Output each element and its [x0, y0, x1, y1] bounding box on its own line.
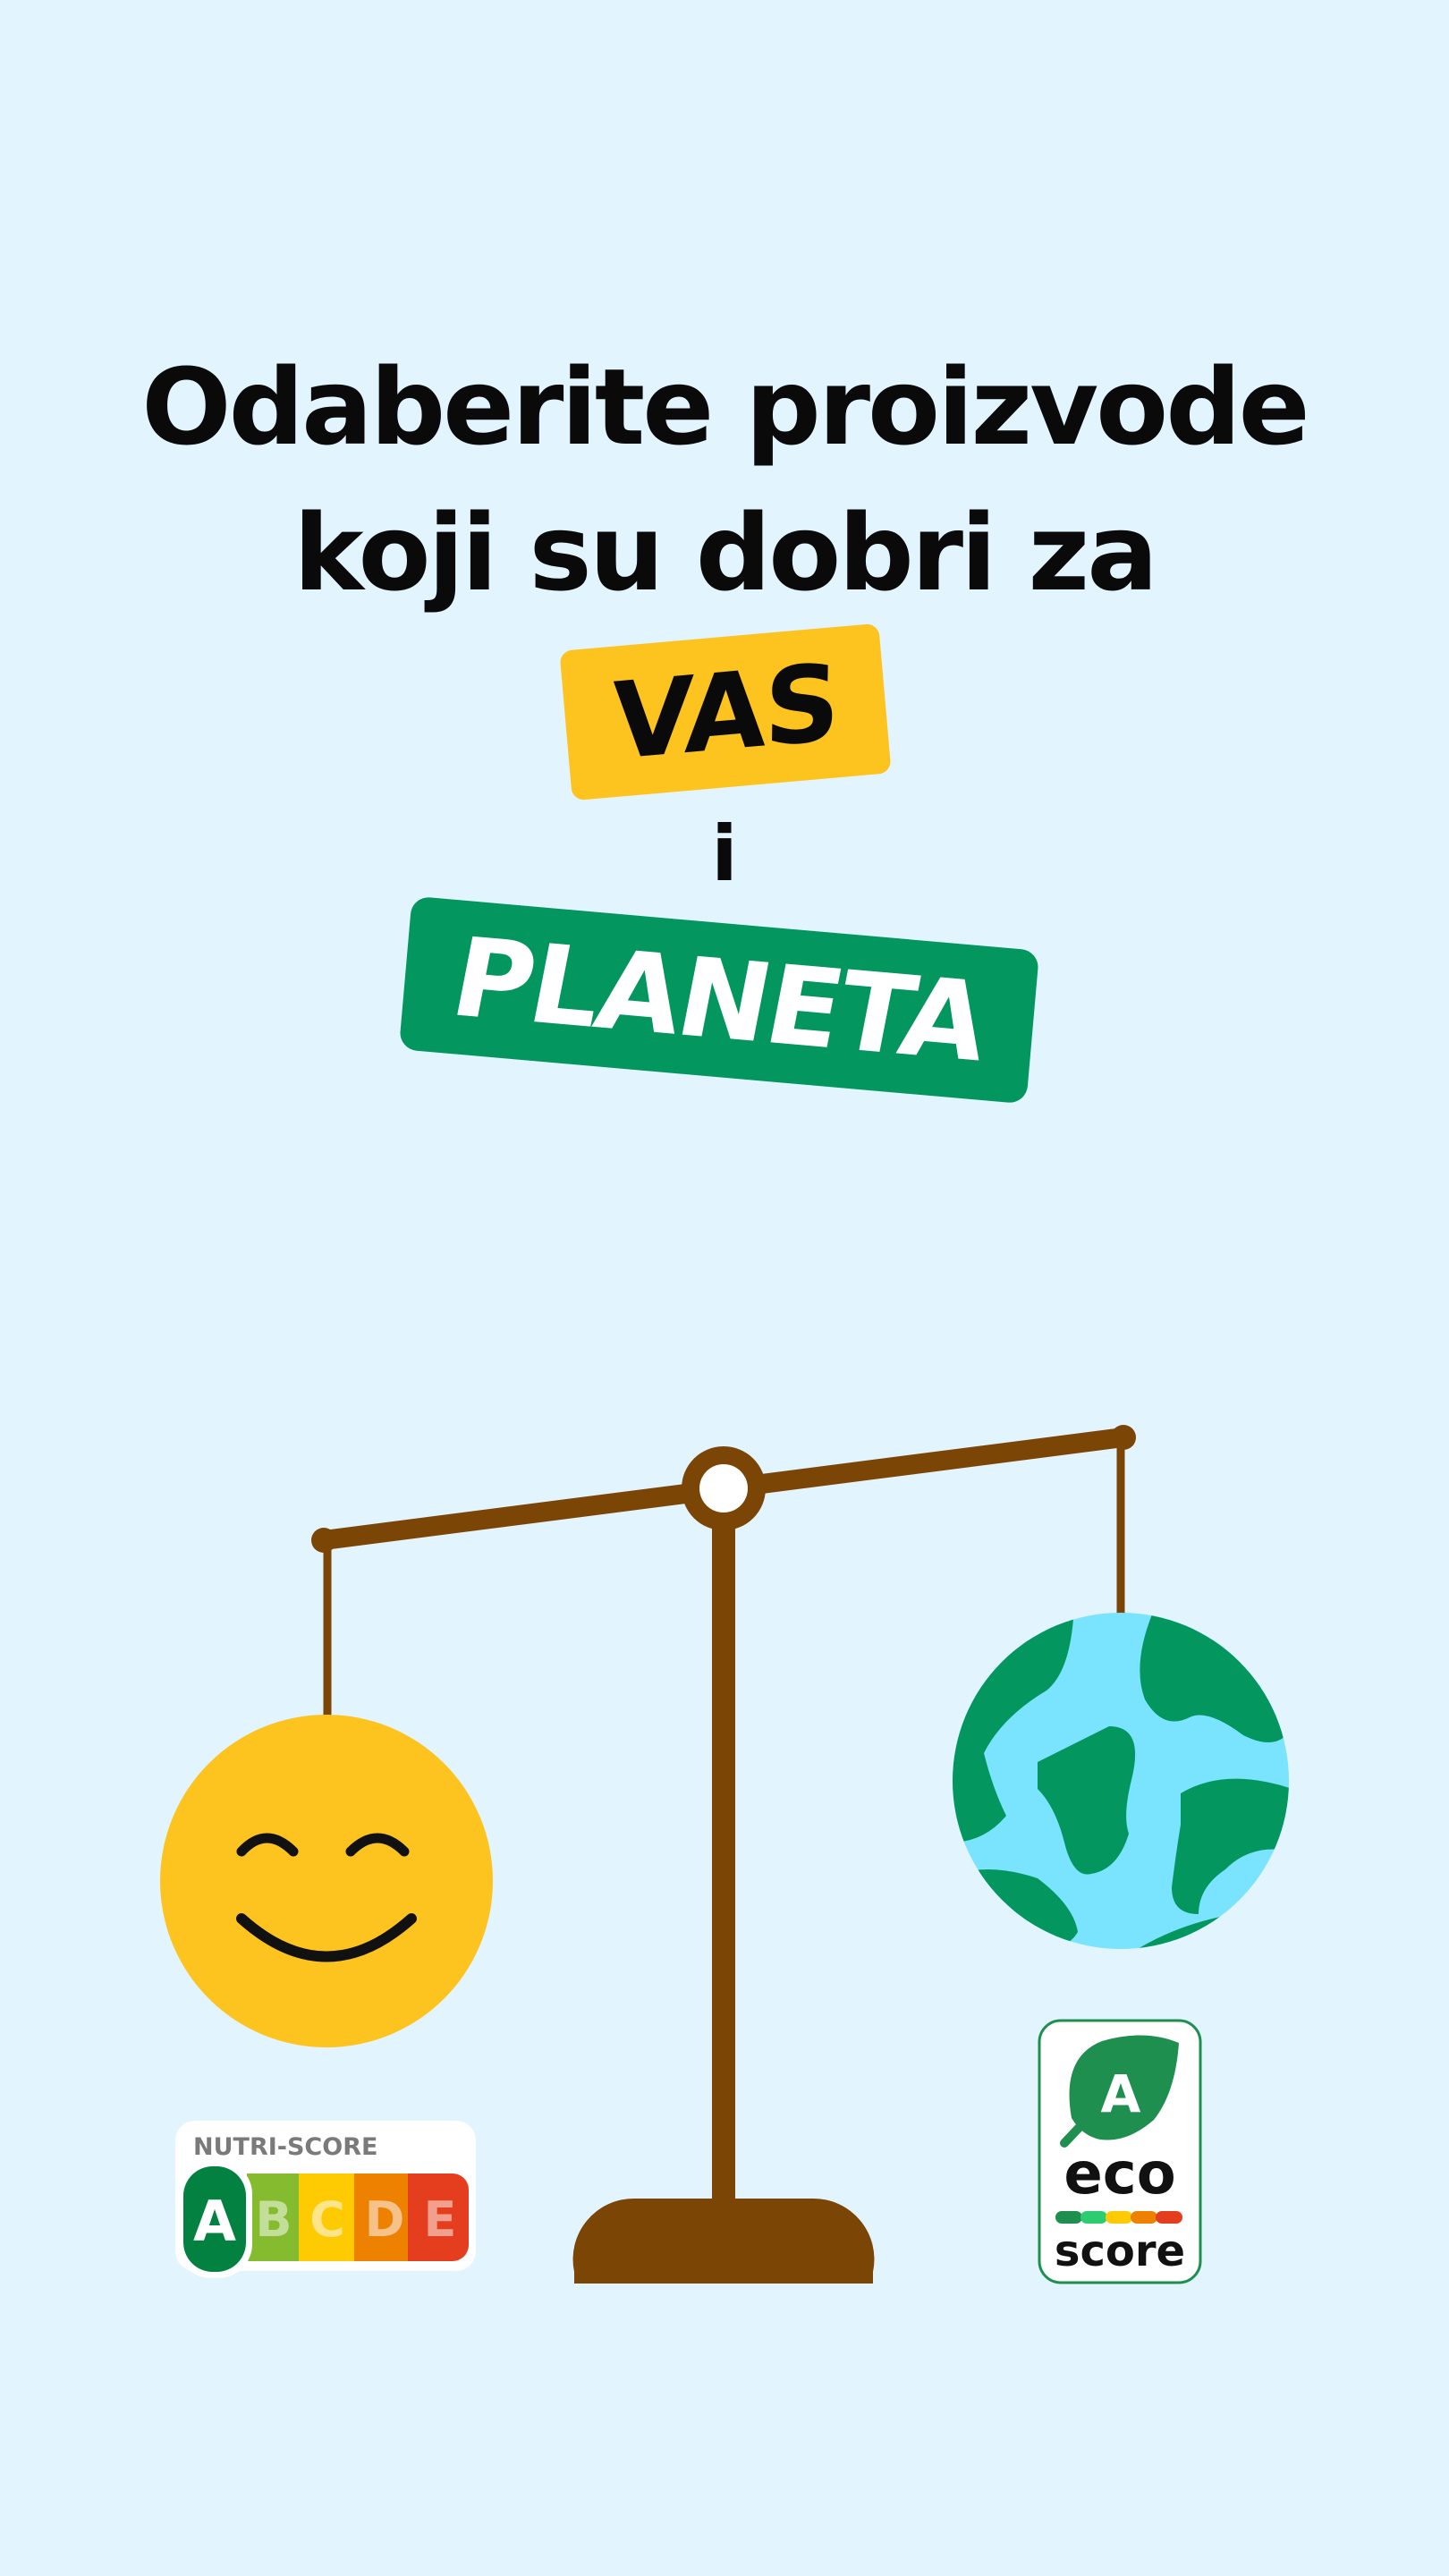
nutri-score-title: NUTRI-SCORE [193, 2133, 377, 2161]
nutri-grade-d: D [365, 2191, 405, 2248]
nutri-grade-e: E [424, 2191, 457, 2248]
eco-grade: A [1101, 2063, 1141, 2124]
earth-globe-icon [953, 1613, 1289, 1949]
eco-score-badge: A eco score [1038, 2019, 1202, 2284]
smiley-face-icon [160, 1715, 493, 2047]
nutri-score-badge: NUTRI-SCORE B C D E A [175, 2121, 476, 2278]
eco-word: eco [1063, 2141, 1175, 2207]
score-word: score [1055, 2226, 1185, 2276]
nutri-grade-b: B [255, 2191, 292, 2248]
illustration: NUTRI-SCORE B C D E A A eco score [160, 1425, 1289, 2284]
poster: Odaberite proizvode koji su dobri za VAS… [0, 0, 1449, 2576]
nutri-grade-c: C [309, 2191, 345, 2248]
nutri-grade-a: A [193, 2189, 236, 2254]
